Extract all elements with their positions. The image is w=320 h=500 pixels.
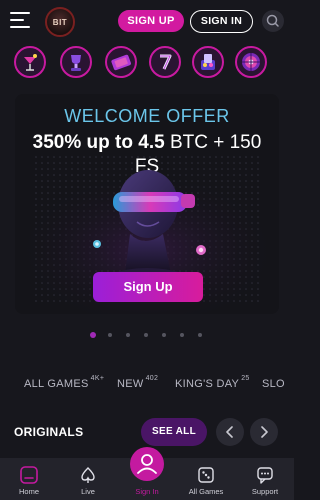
pager-dot[interactable] (162, 333, 166, 337)
tab-count: 25 (241, 375, 250, 382)
site-logo[interactable]: BIT (45, 7, 75, 37)
pager-dot[interactable] (108, 333, 112, 337)
top-header: BIT SIGN UP SIGN IN (0, 0, 294, 42)
pager-dot[interactable] (126, 333, 130, 337)
menu-icon[interactable] (10, 12, 30, 28)
pager-dot[interactable] (180, 333, 184, 337)
ticket-icon (111, 54, 131, 71)
pager-dot[interactable] (198, 333, 202, 337)
tab-all-games[interactable]: ALL GAMES 4K+ (24, 375, 105, 390)
banner-signup-button[interactable]: Sign Up (93, 272, 203, 302)
tab-label: KING'S DAY (175, 378, 240, 390)
category-trophy[interactable] (60, 46, 92, 78)
next-button[interactable] (250, 418, 278, 446)
originals-title: ORIGINALS (14, 425, 84, 439)
search-button[interactable] (262, 10, 284, 32)
trophy-icon (71, 55, 81, 71)
spade-icon (81, 467, 95, 483)
category-cocktail[interactable] (14, 46, 46, 78)
nav-live[interactable]: Live (63, 458, 113, 500)
chevron-left-icon (226, 426, 233, 438)
nav-all-games[interactable]: All Games (181, 458, 231, 500)
category-ticket[interactable] (105, 46, 137, 78)
tab-label: ALL GAMES (24, 378, 89, 390)
nav-signin-label: Sign In (135, 487, 159, 496)
offer-amount: 350% up to 4.5 (32, 132, 165, 153)
roulette-icon (242, 53, 260, 71)
chat-support-icon (257, 467, 273, 484)
previous-button[interactable] (216, 418, 244, 446)
user-icon (137, 454, 157, 474)
nav-all-games-label: All Games (188, 487, 224, 496)
home-icon (20, 466, 38, 484)
category-card-game[interactable] (192, 46, 224, 78)
tab-new[interactable]: NEW 402 (117, 375, 159, 390)
tab-count: 402 (145, 375, 159, 382)
chevron-right-icon (261, 426, 268, 438)
nav-home-label: Home (18, 487, 39, 496)
pager-dot-active[interactable] (90, 332, 96, 338)
signup-button[interactable]: SIGN UP (118, 10, 184, 32)
tab-slots[interactable]: SLO (262, 378, 285, 390)
game-category-tabs: ALL GAMES 4K+ NEW 402 KING'S DAY 25 SLO (0, 374, 294, 396)
category-bar (0, 46, 294, 84)
category-lucky-seven[interactable] (149, 46, 181, 78)
nav-signin-button[interactable] (130, 447, 164, 481)
cocktail-icon (24, 54, 37, 71)
welcome-offer-banner[interactable]: WELCOME OFFER 350% up to 4.5 BTC + 150 F… (15, 94, 279, 314)
offer-title: WELCOME OFFER (64, 106, 230, 126)
see-all-button[interactable]: SEE ALL (141, 418, 207, 446)
banner-pager (0, 331, 294, 341)
dice-icon (198, 467, 214, 483)
nav-home[interactable]: Home (4, 458, 54, 500)
lucky-seven-icon (160, 54, 172, 70)
nav-support-label: Support (251, 487, 279, 496)
nav-support[interactable]: Support (240, 458, 290, 500)
card-game-icon (201, 54, 215, 70)
nav-live-label: Live (81, 487, 95, 496)
tab-label: NEW (117, 378, 144, 390)
tab-kings-day[interactable]: KING'S DAY 25 (175, 375, 250, 390)
logo-text: BIT (52, 18, 68, 27)
signin-button[interactable]: SIGN IN (190, 10, 253, 33)
category-roulette[interactable] (235, 46, 267, 78)
search-icon (266, 14, 279, 27)
tab-count: 4K+ (90, 375, 105, 382)
pager-dot[interactable] (144, 333, 148, 337)
tab-label: SLO (262, 378, 285, 390)
